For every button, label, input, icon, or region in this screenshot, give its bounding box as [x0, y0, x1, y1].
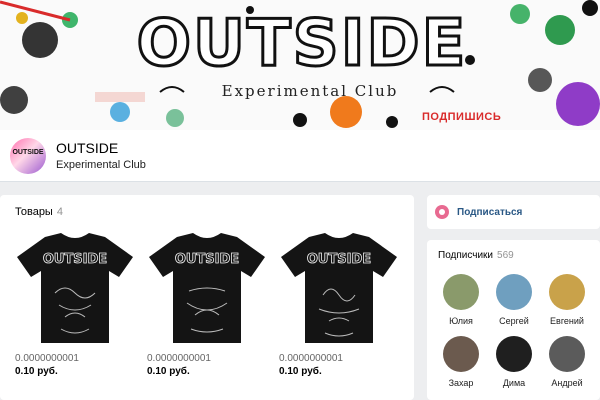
members-count: 569	[497, 250, 514, 261]
member-item[interactable]: Захар	[436, 336, 486, 388]
member-name: Юлия	[449, 316, 473, 326]
tshirt-image: OUTSIDE	[281, 233, 397, 343]
group-avatar-text: OUTSIDE	[12, 149, 44, 156]
member-avatar	[549, 274, 585, 310]
products-panel: Товары 4 OUTSIDE 0.0000000001 0.10 руб. O…	[0, 195, 414, 400]
group-status: Experimental Club	[56, 159, 146, 171]
product-card[interactable]: OUTSIDE 0.0000000001 0.10 руб.	[147, 233, 267, 393]
cover-subscribe-cta: ПОДПИШИСЬ	[422, 111, 502, 123]
product-code: 0.0000000001	[279, 353, 343, 364]
product-price: 0.10 руб.	[15, 366, 58, 377]
tshirt-print-text: OUTSIDE	[43, 252, 107, 267]
tshirt-image: OUTSIDE	[17, 233, 133, 343]
subscribe-label: Подписаться	[457, 206, 523, 218]
member-name: Дима	[502, 378, 526, 388]
tshirt-print-text: OUTSIDE	[307, 252, 371, 267]
product-code: 0.0000000001	[15, 353, 79, 364]
member-name: Евгений	[550, 316, 584, 326]
member-item[interactable]: Андрей	[542, 336, 592, 388]
group-name: OUTSIDE	[56, 140, 119, 156]
member-item[interactable]: Дима	[489, 336, 539, 388]
product-card[interactable]: OUTSIDE 0.0000000001 0.10 руб.	[279, 233, 399, 393]
member-name: Сергей	[499, 316, 529, 326]
member-avatar	[496, 336, 532, 372]
product-card[interactable]: OUTSIDE 0.0000000001 0.10 руб.	[15, 233, 135, 393]
group-avatar[interactable]: OUTSIDE	[10, 138, 46, 174]
products-count: 4	[56, 206, 63, 218]
member-item[interactable]: Сергей	[489, 274, 539, 326]
member-avatar	[443, 336, 479, 372]
member-avatar	[496, 274, 532, 310]
group-header: OUTSIDE OUTSIDE Experimental Club	[0, 130, 600, 182]
subscribe-icon	[435, 205, 449, 219]
cover-logo: OUTSIDE	[135, 6, 468, 83]
tshirt-print-text: OUTSIDE	[175, 252, 239, 267]
member-name: Захар	[448, 378, 474, 388]
member-item[interactable]: Евгений	[542, 274, 592, 326]
members-panel: Подписчики 569 Юлия Сергей Евгений Захар …	[427, 240, 600, 400]
member-avatar	[443, 274, 479, 310]
members-header[interactable]: Подписчики 569	[438, 250, 514, 261]
cover-tagline: Experimental Club	[221, 82, 399, 100]
group-cover: OUTSIDE Experimental Club ПОДПИШИСЬ	[0, 0, 600, 130]
product-price: 0.10 руб.	[147, 366, 190, 377]
product-code: 0.0000000001	[147, 353, 211, 364]
member-item[interactable]: Юлия	[436, 274, 486, 326]
subscribe-panel: Подписаться	[427, 195, 600, 229]
subscribe-button[interactable]: Подписаться	[435, 201, 522, 223]
tshirt-image: OUTSIDE	[149, 233, 265, 343]
product-price: 0.10 руб.	[279, 366, 322, 377]
products-header[interactable]: Товары 4	[15, 206, 63, 218]
members-title: Подписчики	[438, 250, 494, 261]
member-avatar	[549, 336, 585, 372]
products-title: Товары	[15, 206, 53, 218]
member-name: Андрей	[551, 378, 583, 388]
